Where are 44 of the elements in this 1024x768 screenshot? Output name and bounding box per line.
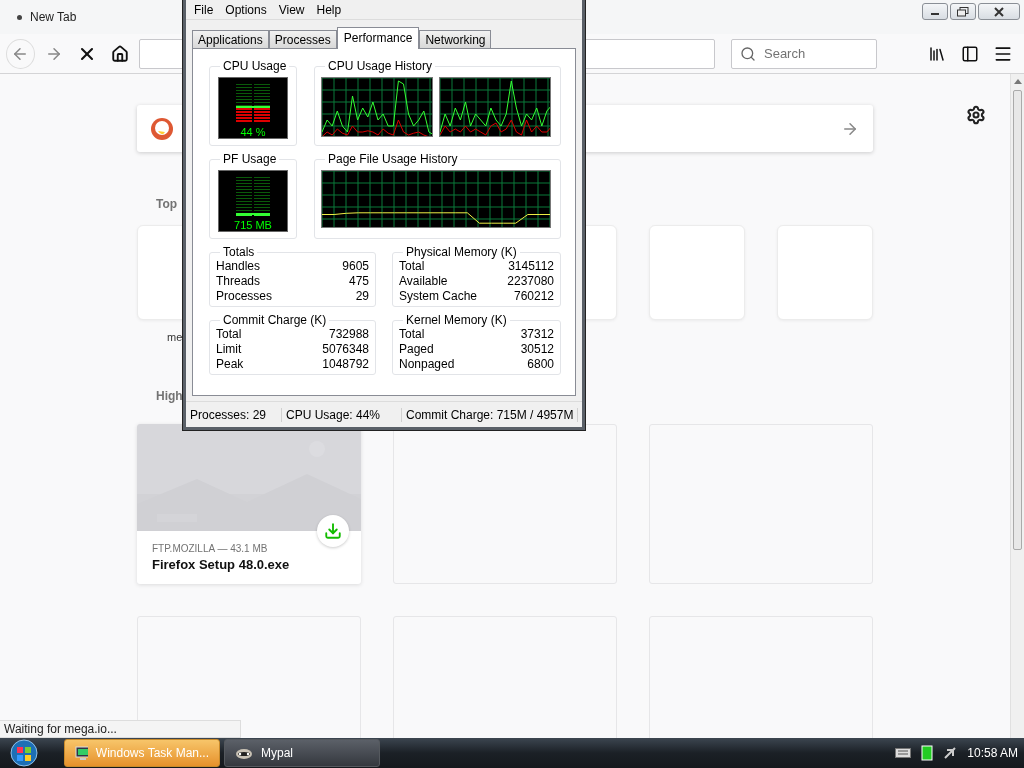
panel-title: CPU Usage History <box>327 59 434 73</box>
stat-label: Total <box>399 327 425 342</box>
panel-title: Totals <box>222 245 256 259</box>
panel-title: Physical Memory (K) <box>405 245 518 259</box>
panel-title: Page File Usage History <box>327 152 459 166</box>
stat-value: 29 <box>355 289 369 304</box>
stat-value: 732988 <box>328 327 369 342</box>
clock: 10:58 AM <box>967 746 1018 760</box>
stat-label: Total <box>216 327 242 342</box>
status-field: Commit Charge: 715M / 4957M <box>402 407 578 422</box>
card-title: Firefox Setup 48.0.exe <box>152 557 291 572</box>
site-label: me <box>167 331 183 343</box>
stat-label: Threads <box>216 274 261 289</box>
panel-title: CPU Usage <box>222 59 288 73</box>
stat-label: Total <box>399 259 425 274</box>
stat-label: Peak <box>216 357 244 372</box>
stat-value: 1048792 <box>322 357 369 372</box>
stat-value: 30512 <box>520 342 554 357</box>
stat-label: System Cache <box>399 289 478 304</box>
stat-label: Available <box>399 274 448 289</box>
panel-title: Kernel Memory (K) <box>405 313 508 327</box>
status-field: Processes: 29 <box>186 407 282 422</box>
stat-label: Nonpaged <box>399 357 455 372</box>
stat-label: Processes <box>216 289 273 304</box>
stat-value: 9605 <box>342 259 369 274</box>
panel-title: Commit Charge (K) <box>222 313 328 327</box>
stat-label: Paged <box>399 342 434 357</box>
stat-label: Handles <box>216 259 261 274</box>
meter-reading: 44 % <box>240 126 266 138</box>
section-heading: Top <box>155 197 178 211</box>
status-text: Waiting for mega.io... <box>0 720 241 738</box>
stat-value: 760212 <box>513 289 554 304</box>
stat-value: 5076348 <box>322 342 369 357</box>
meter-reading: 715 MB <box>234 219 272 231</box>
panel-title: PF Usage <box>222 152 278 166</box>
stat-value: 3145112 <box>508 259 554 274</box>
status-field: CPU Usage: 44% <box>282 407 402 422</box>
section-heading: High <box>155 389 183 403</box>
stat-value: 2237080 <box>507 274 554 289</box>
stat-value: 475 <box>348 274 369 289</box>
stat-value: 6800 <box>527 357 554 372</box>
stat-label: Limit <box>216 342 242 357</box>
stat-value: 37312 <box>520 327 554 342</box>
card-source: FTP.MOZILLA — 43.1 MB <box>152 543 269 554</box>
